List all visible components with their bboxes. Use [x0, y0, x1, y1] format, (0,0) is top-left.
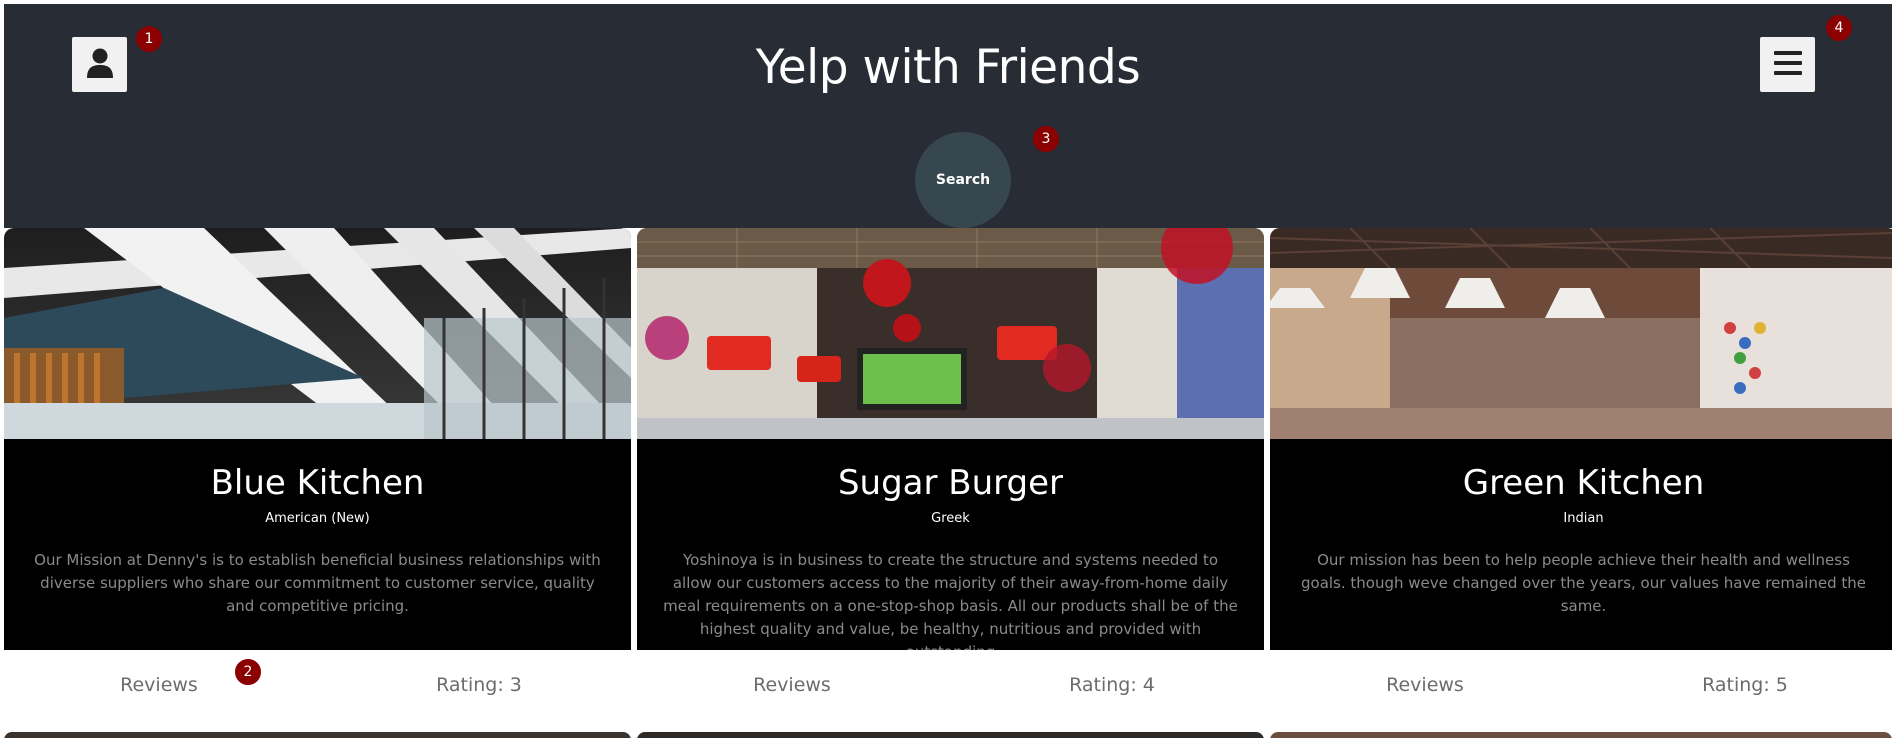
restaurant-name[interactable]: Green Kitchen — [1270, 463, 1892, 503]
reviews-link[interactable]: Reviews — [717, 674, 867, 696]
restaurant-description: Yoshinoya is in business to create the s… — [663, 551, 1238, 650]
restaurant-image — [1270, 228, 1892, 439]
restaurant-card[interactable]: Green Kitchen Indian Our mission has bee… — [1270, 228, 1892, 728]
restaurant-name[interactable]: Blue Kitchen — [4, 463, 631, 503]
hamburger-menu-icon — [1773, 50, 1802, 80]
annotation-badge: 2 — [233, 657, 263, 687]
restaurant-name[interactable]: Sugar Burger — [637, 463, 1264, 503]
card-body: Sugar Burger Greek Yoshinoya is in busin… — [637, 439, 1264, 650]
annotation-badge: 1 — [134, 24, 164, 54]
card-body: Green Kitchen Indian Our mission has bee… — [1270, 439, 1892, 650]
restaurant-description: Our Mission at Denny's is to establish b… — [34, 551, 601, 615]
card-footer: Reviews Rating: 5 — [1270, 650, 1892, 728]
rating-label: Rating: 4 — [1069, 674, 1155, 696]
restaurant-cuisine: Greek — [931, 511, 970, 526]
card-footer: Reviews Rating: 3 — [4, 650, 631, 728]
search-button[interactable]: Search — [915, 132, 1011, 228]
restaurant-image — [637, 228, 1264, 439]
restaurant-card-partial — [1270, 732, 1892, 738]
restaurant-cuisine: Indian — [1563, 511, 1604, 526]
restaurant-card[interactable]: Blue Kitchen American (New) Our Mission … — [4, 228, 631, 728]
restaurant-image — [4, 228, 631, 439]
rating-label: Rating: 5 — [1702, 674, 1788, 696]
app-frame: Yelp with Friends Search Blue Kitchen Am… — [4, 4, 1892, 738]
restaurant-card[interactable]: Sugar Burger Greek Yoshinoya is in busin… — [637, 228, 1264, 728]
restaurant-cuisine: American (New) — [265, 511, 370, 526]
restaurant-description: Our mission has been to help people achi… — [1301, 551, 1866, 615]
annotation-badge: 3 — [1031, 124, 1061, 154]
card-body: Blue Kitchen American (New) Our Mission … — [4, 439, 631, 650]
rating-label: Rating: 3 — [436, 674, 522, 696]
reviews-link[interactable]: Reviews — [84, 674, 234, 696]
card-footer: Reviews Rating: 4 — [637, 650, 1264, 728]
page-title: Yelp with Friends — [755, 40, 1141, 95]
menu-button[interactable] — [1760, 37, 1815, 92]
restaurant-card-partial — [637, 732, 1264, 738]
restaurant-card-partial — [4, 732, 631, 738]
header: Yelp with Friends Search — [4, 4, 1892, 228]
annotation-badge: 4 — [1824, 13, 1854, 43]
reviews-link[interactable]: Reviews — [1350, 674, 1500, 696]
